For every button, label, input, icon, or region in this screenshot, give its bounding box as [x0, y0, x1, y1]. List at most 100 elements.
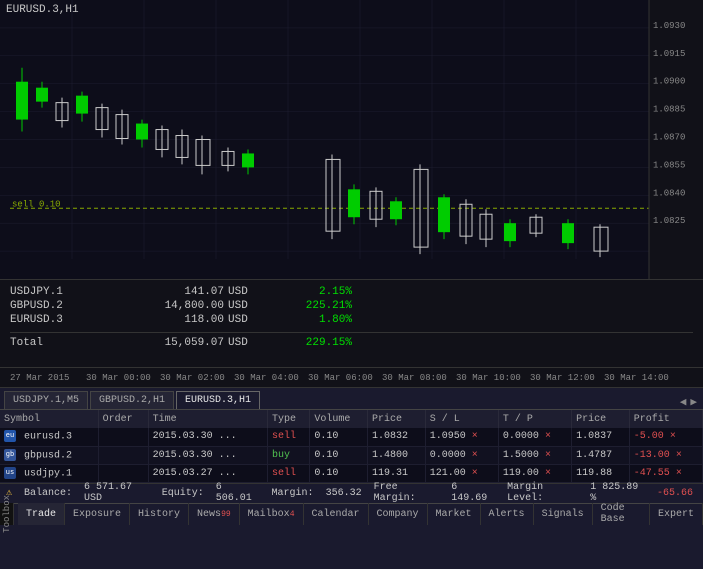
- equity-label: Equity:: [162, 488, 204, 499]
- tab-history[interactable]: History: [130, 503, 189, 525]
- col-header-symbol: Symbol: [0, 410, 98, 428]
- row-close-btn[interactable]: ×: [670, 431, 676, 442]
- cell-symbol: gb gbpusd.2: [0, 446, 98, 464]
- svg-text:1.0870: 1.0870: [653, 133, 685, 143]
- tp-close-btn[interactable]: ×: [545, 468, 551, 479]
- svg-text:1.0855: 1.0855: [653, 160, 685, 170]
- tab-signals[interactable]: Signals: [534, 503, 593, 525]
- time-label-6: 30 Mar 08:00: [382, 373, 447, 383]
- tab-alerts[interactable]: Alerts: [481, 503, 534, 525]
- free-margin-label: Free Margin:: [374, 482, 440, 504]
- cell-type: sell: [267, 464, 309, 482]
- symbol-tabs: USDJPY.1,M5 GBPUSD.2,H1 EURUSD.3,H1 ◀ ▶: [0, 388, 703, 410]
- row-close-btn[interactable]: ×: [676, 450, 682, 461]
- news-badge: 99: [221, 510, 231, 519]
- summary-row-gbpusd: GBPUSD.2 14,800.00 USD 225.21%: [10, 300, 693, 312]
- time-label-9: 30 Mar 14:00: [604, 373, 669, 383]
- summary-currency-3: USD: [228, 314, 268, 326]
- cell-time: 2015.03.30 ...: [148, 446, 267, 464]
- symbol-icon: us: [4, 467, 16, 479]
- svg-text:1.0915: 1.0915: [653, 49, 685, 59]
- time-label-5: 30 Mar 06:00: [308, 373, 373, 383]
- tab-gbpusd[interactable]: GBPUSD.2,H1: [90, 391, 174, 409]
- cell-profit: -5.00 ×: [629, 428, 702, 446]
- trade-table-wrapper: Symbol Order Time Type Volume Price S / …: [0, 410, 703, 483]
- svg-text:1.0885: 1.0885: [653, 105, 685, 115]
- total-profit: 229.15%: [272, 337, 352, 349]
- cell-profit: -47.55 ×: [629, 464, 702, 482]
- cell-tp: 119.00 ×: [498, 464, 571, 482]
- time-label-3: 30 Mar 02:00: [160, 373, 225, 383]
- row-close-btn[interactable]: ×: [676, 468, 682, 479]
- tp-close-btn[interactable]: ×: [545, 431, 551, 442]
- summary-symbol-3: EURUSD.3: [10, 314, 100, 326]
- tab-news[interactable]: News99: [189, 503, 240, 525]
- tab-scroll-left[interactable]: ◀: [680, 395, 687, 409]
- cell-sl: 1.0950 ×: [425, 428, 498, 446]
- tab-eurusd[interactable]: EURUSD.3,H1: [176, 391, 260, 409]
- sl-close-btn[interactable]: ×: [472, 468, 478, 479]
- tab-exposure[interactable]: Exposure: [65, 503, 130, 525]
- cell-tp: 1.5000 ×: [498, 446, 571, 464]
- cell-curprice: 1.4787: [572, 446, 630, 464]
- summary-value-2: 14,800.00: [104, 300, 224, 312]
- equity-value: 6 506.01: [216, 482, 260, 504]
- cell-sl: 0.0000 ×: [425, 446, 498, 464]
- tab-trade[interactable]: Trade: [18, 503, 65, 525]
- margin-level-value: 1 825.89 %: [590, 482, 645, 504]
- cell-sl: 121.00 ×: [425, 464, 498, 482]
- cell-curprice: 119.88: [572, 464, 630, 482]
- cell-volume: 0.10: [310, 446, 368, 464]
- symbol-icon: eu: [4, 430, 16, 442]
- cell-tp: 0.0000 ×: [498, 428, 571, 446]
- summary-symbol-1: USDJPY.1: [10, 286, 100, 298]
- cell-order: [98, 446, 148, 464]
- tp-close-btn[interactable]: ×: [545, 450, 551, 461]
- svg-text:sell 0.10: sell 0.10: [12, 199, 61, 209]
- sl-close-btn[interactable]: ×: [472, 450, 478, 461]
- summary-row-usdjpy: USDJPY.1 141.07 USD 2.15%: [10, 286, 693, 298]
- tab-usdjpy[interactable]: USDJPY.1,M5: [4, 391, 88, 409]
- bottom-tabs: Trade Exposure History News99 Mailbox4 C…: [0, 503, 703, 525]
- cell-symbol: us usdjpy.1: [0, 464, 98, 482]
- cell-time: 2015.03.27 ...: [148, 464, 267, 482]
- tab-company[interactable]: Company: [369, 503, 428, 525]
- svg-text:1.0825: 1.0825: [653, 216, 685, 226]
- margin-value: 356.32: [326, 488, 362, 499]
- total-value: 15,059.07: [104, 337, 224, 349]
- tab-market[interactable]: Market: [428, 503, 481, 525]
- chart-svg: sell 0.10: [0, 0, 703, 279]
- col-header-time: Time: [148, 410, 267, 428]
- summary-currency-1: USD: [228, 286, 268, 298]
- tab-scroll-right[interactable]: ▶: [690, 395, 697, 409]
- cell-volume: 0.10: [310, 428, 368, 446]
- total-label: Total: [10, 337, 100, 349]
- tab-expert[interactable]: Expert: [650, 503, 703, 525]
- balance-label: Balance:: [24, 488, 72, 499]
- symbol-icon: gb: [4, 449, 16, 461]
- col-header-profit: Profit: [629, 410, 702, 428]
- summary-panel: USDJPY.1 141.07 USD 2.15% GBPUSD.2 14,80…: [0, 280, 703, 368]
- col-header-price: Price: [368, 410, 426, 428]
- summary-profit-2: 225.21%: [272, 300, 352, 312]
- balance-bar: ⚠ Balance: 6 571.67 USD Equity: 6 506.01…: [0, 483, 703, 503]
- summary-currency-2: USD: [228, 300, 268, 312]
- cell-order: [98, 428, 148, 446]
- cell-type: buy: [267, 446, 309, 464]
- col-header-volume: Volume: [310, 410, 368, 428]
- summary-total-row: Total 15,059.07 USD 229.15%: [10, 332, 693, 349]
- col-header-tp: T / P: [498, 410, 571, 428]
- svg-text:1.0840: 1.0840: [653, 188, 685, 198]
- col-header-type: Type: [267, 410, 309, 428]
- tab-mailbox[interactable]: Mailbox4: [240, 503, 304, 525]
- summary-profit-3: 1.80%: [272, 314, 352, 326]
- time-label-1: 27 Mar 2015: [10, 373, 69, 383]
- tab-codebase[interactable]: Code Base: [593, 503, 650, 525]
- cell-symbol: eu eurusd.3: [0, 428, 98, 446]
- cell-price: 119.31: [368, 464, 426, 482]
- tab-calendar[interactable]: Calendar: [304, 503, 369, 525]
- table-row: eu eurusd.3 2015.03.30 ... sell 0.10 1.0…: [0, 428, 703, 446]
- cell-order: [98, 464, 148, 482]
- sl-close-btn[interactable]: ×: [472, 431, 478, 442]
- summary-profit-1: 2.15%: [272, 286, 352, 298]
